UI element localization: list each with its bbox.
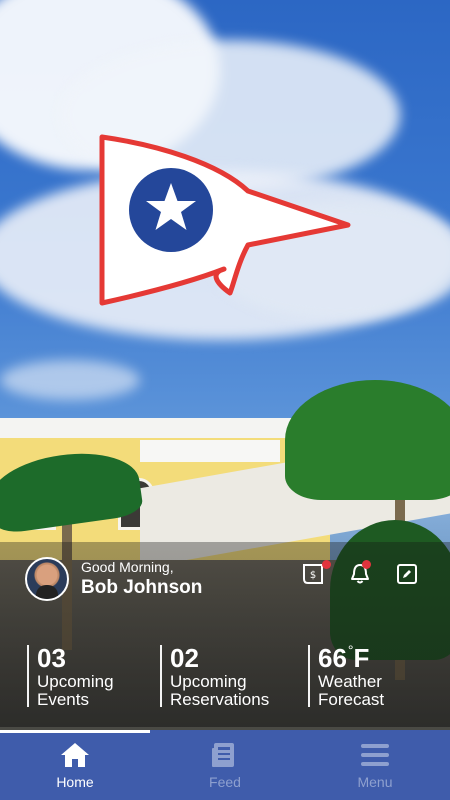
statement-badge	[322, 560, 331, 569]
active-tab-indicator	[0, 730, 150, 733]
upcoming-reservations-count: 02	[170, 643, 199, 673]
stat-label: Weather	[318, 672, 382, 691]
club-burgee-logo	[99, 134, 351, 306]
stat-label: Forecast	[318, 690, 385, 709]
weather-forecast-stat[interactable]: 66°F Weather Forecast	[308, 642, 385, 709]
notification-bell-icon[interactable]	[348, 560, 372, 586]
greeting: Good Morning, Bob Johnson	[25, 557, 202, 601]
nav-feed-label: Feed	[209, 774, 241, 790]
member-name: Bob Johnson	[81, 577, 203, 598]
temperature-unit: F	[353, 643, 370, 673]
menu-icon	[361, 744, 389, 766]
stat-label: Events	[37, 690, 89, 709]
feed-icon	[212, 743, 234, 767]
upcoming-reservations-stat[interactable]: 02 Upcoming Reservations	[160, 643, 270, 709]
nav-home-label: Home	[56, 774, 94, 790]
svg-text:$: $	[310, 570, 316, 581]
stat-label: Upcoming	[37, 672, 114, 691]
notification-badge	[362, 560, 371, 569]
nav-feed[interactable]: Feed	[150, 736, 300, 796]
stat-label: Upcoming	[170, 672, 247, 691]
home-screen: Good Morning, Bob Johnson $ 03 Upcoming …	[0, 0, 450, 800]
stat-label: Reservations	[170, 690, 270, 709]
clubhouse-roof	[0, 418, 295, 438]
greeting-salutation: Good Morning,	[81, 559, 174, 575]
clubhouse-roof	[140, 440, 280, 462]
avatar[interactable]	[25, 557, 69, 601]
temperature-value: 66	[318, 643, 347, 673]
nav-menu[interactable]: Menu	[300, 736, 450, 796]
cloud	[0, 360, 140, 400]
nav-home[interactable]: Home	[0, 736, 150, 796]
edit-icon[interactable]	[397, 564, 417, 584]
statement-icon[interactable]: $	[302, 560, 331, 586]
nav-menu-label: Menu	[357, 774, 393, 790]
degree-symbol: °	[347, 642, 354, 658]
home-icon	[61, 743, 89, 767]
upcoming-events-count: 03	[37, 643, 66, 673]
upcoming-events-stat[interactable]: 03 Upcoming Events	[27, 643, 114, 709]
palm-tree	[285, 380, 450, 500]
